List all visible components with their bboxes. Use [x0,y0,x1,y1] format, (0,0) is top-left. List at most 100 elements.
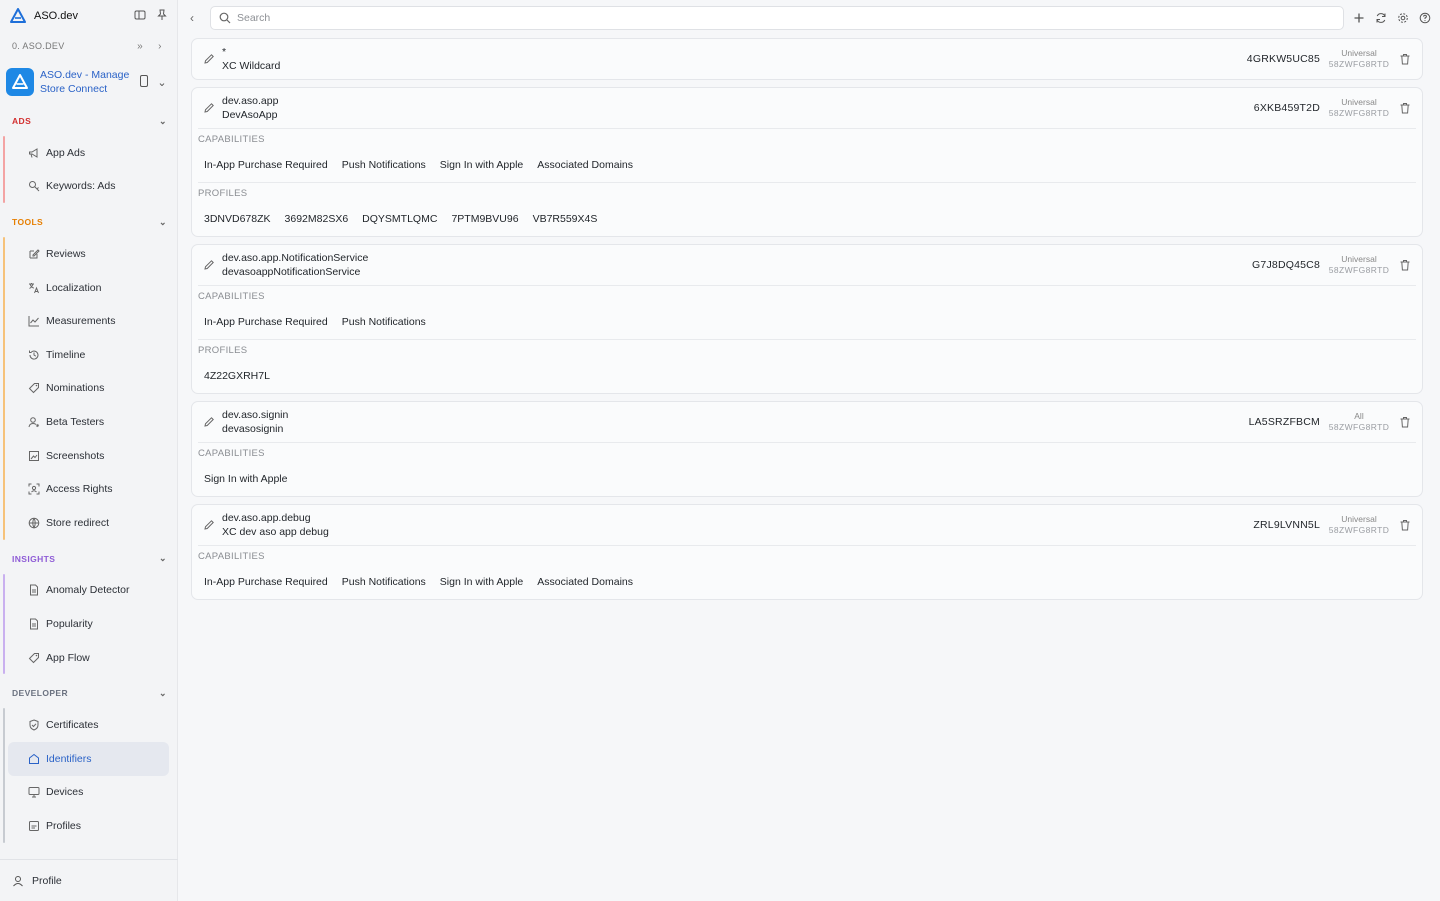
refresh-icon[interactable] [1374,11,1388,25]
org-name: 0. ASO.DEV [12,41,65,51]
sidebar-item-nominations[interactable]: Nominations [8,372,169,406]
trash-icon[interactable] [1398,518,1412,532]
plus-icon[interactable] [1352,11,1366,25]
team-id: 58ZWFG8RTD [1328,265,1390,275]
capabilities-section: CAPABILITIES In-App Purchase Required Pu… [198,285,1416,339]
identifier-card: * XC Wildcard 4GRKW5UC85 Universal 58ZWF… [191,38,1423,80]
sidebar-item-identifiers[interactable]: Identifiers [8,741,169,776]
profile-item[interactable]: 4Z22GXRH7L [204,370,270,382]
sidebar-item-access-rights[interactable]: Access Rights [8,472,169,506]
chevron-left-icon[interactable]: ‹ [190,11,204,25]
section-tools[interactable]: TOOLS ⌄ [0,207,177,237]
sidebar-item-label: Nominations [46,382,105,395]
sidebar-item-label: Profiles [46,819,82,832]
tag-icon [28,382,40,394]
device-icon[interactable] [137,74,151,90]
profiles-heading: PROFILES [198,344,248,356]
sidebar-item-label: Popularity [46,617,93,630]
trash-icon[interactable] [1398,101,1412,115]
sidebar-item-reviews[interactable]: Reviews [8,237,169,271]
chevron-down-icon[interactable]: ⌄ [155,76,169,89]
identifier-card: dev.aso.signin devasosignin LA5SRZFBCM A… [191,401,1423,497]
user-frame-icon [28,483,40,495]
sidebar-item-measurements[interactable]: Measurements [8,304,169,338]
platform-info: Universal 58ZWFG8RTD [1328,97,1390,119]
sidebar-item-screenshots[interactable]: Screenshots [8,439,169,473]
identifier-header: dev.aso.app.debug XC dev aso app debug Z… [192,505,1422,545]
double-chevron-icon[interactable]: » [133,41,147,52]
shield-check-icon [28,719,40,731]
pencil-icon[interactable] [202,415,216,429]
profile-item[interactable]: VB7R559X4S [533,213,598,225]
chevron-down-icon[interactable]: ⌄ [159,217,167,228]
pencil-icon[interactable] [202,52,216,66]
profile-item[interactable]: DQYSMTLQMC [362,213,437,225]
pencil-icon[interactable] [202,101,216,115]
profiles-list: 3DNVD678ZK 3692M82SX6 DQYSMTLQMC 7PTM9BV… [198,202,1416,236]
translate-icon [28,282,40,294]
sidebar-item-timeline[interactable]: Timeline [8,338,169,372]
chevron-down-icon[interactable]: ⌄ [159,553,167,564]
identifier-card: dev.aso.app DevAsoApp 6XKB459T2D Univers… [191,87,1423,237]
app-selector[interactable]: ASO.dev - Manage Store Connect ⌄ [0,62,177,102]
profiles-heading: PROFILES [198,187,248,199]
sidebar-item-app-flow[interactable]: App Flow [8,641,169,675]
profile-item[interactable]: 3692M82SX6 [285,213,349,225]
sidebar-item-popularity[interactable]: Popularity [8,607,169,641]
section-ads[interactable]: ADS ⌄ [0,106,177,136]
chevron-down-icon[interactable]: ⌄ [159,688,167,699]
pencil-icon[interactable] [202,258,216,272]
trash-icon[interactable] [1398,415,1412,429]
identifier-card: dev.aso.app.debug XC dev aso app debug Z… [191,504,1423,600]
sidebar-item-certificates[interactable]: Certificates [8,708,169,742]
capability-item: Sign In with Apple [439,576,524,588]
sidebar-item-beta-testers[interactable]: Beta Testers [8,405,169,439]
section-insights[interactable]: INSIGHTS ⌄ [0,544,177,574]
sidebar-item-app-ads[interactable]: App Ads [8,136,169,170]
chevron-right-icon[interactable]: › [153,41,167,52]
search-box[interactable] [210,6,1344,30]
profile-item[interactable]: 3DNVD678ZK [204,213,271,225]
trash-icon[interactable] [1398,52,1412,66]
history-icon [28,349,40,361]
pencil-icon[interactable] [202,518,216,532]
identifier-header: dev.aso.signin devasosignin LA5SRZFBCM A… [192,402,1422,442]
sidebar-item-keywords-ads[interactable]: Keywords: Ads [8,170,169,204]
identifier-header: dev.aso.app.NotificationService devasoap… [192,245,1422,285]
sidebar-item-store-redirect[interactable]: Store redirect [8,506,169,540]
help-icon[interactable] [1418,11,1432,25]
trash-icon[interactable] [1398,258,1412,272]
sidebar-item-label: Timeline [46,348,86,361]
keywords-icon [28,180,40,192]
app-name: ASO.dev - Manage Store Connect [40,68,133,96]
identifier-icon [28,753,40,765]
section-developer[interactable]: DEVELOPER ⌄ [0,678,177,708]
section-ads-label: ADS [12,116,32,126]
aso-logo-icon [10,8,26,23]
capabilities-section: CAPABILITIES In-App Purchase Required Pu… [198,128,1416,182]
platform-label: All [1354,411,1364,421]
platform-label: Universal [1341,97,1377,107]
document-icon [28,618,40,630]
search-input[interactable] [237,12,1335,24]
sidebar-toggle-icon[interactable] [133,9,147,23]
sidebar-item-devices[interactable]: Devices [8,776,169,810]
sidebar-item-localization[interactable]: Localization [8,271,169,305]
platform-label: Universal [1341,254,1377,264]
capability-item: Push Notifications [341,576,426,588]
document-icon [28,584,40,596]
capability-item: Push Notifications [341,159,426,171]
sidebar-item-profiles[interactable]: Profiles [8,809,169,843]
sidebar-item-label: Certificates [46,719,99,732]
chevron-down-icon[interactable]: ⌄ [159,116,167,127]
gear-icon[interactable] [1396,11,1410,25]
profile-item[interactable]: 7PTM9BVU96 [451,213,518,225]
tools-group: Reviews Localization Measurements Timeli… [0,237,177,540]
globe-icon [28,517,40,529]
capability-item: In-App Purchase Required [204,316,328,328]
sidebar-item-anomaly-detector[interactable]: Anomaly Detector [8,574,169,608]
sidebar-footer-profile[interactable]: Profile [0,859,178,901]
platform-info: Universal 58ZWFG8RTD [1328,254,1390,276]
pin-icon[interactable] [155,9,169,23]
org-switcher[interactable]: 0. ASO.DEV » › [0,32,177,60]
